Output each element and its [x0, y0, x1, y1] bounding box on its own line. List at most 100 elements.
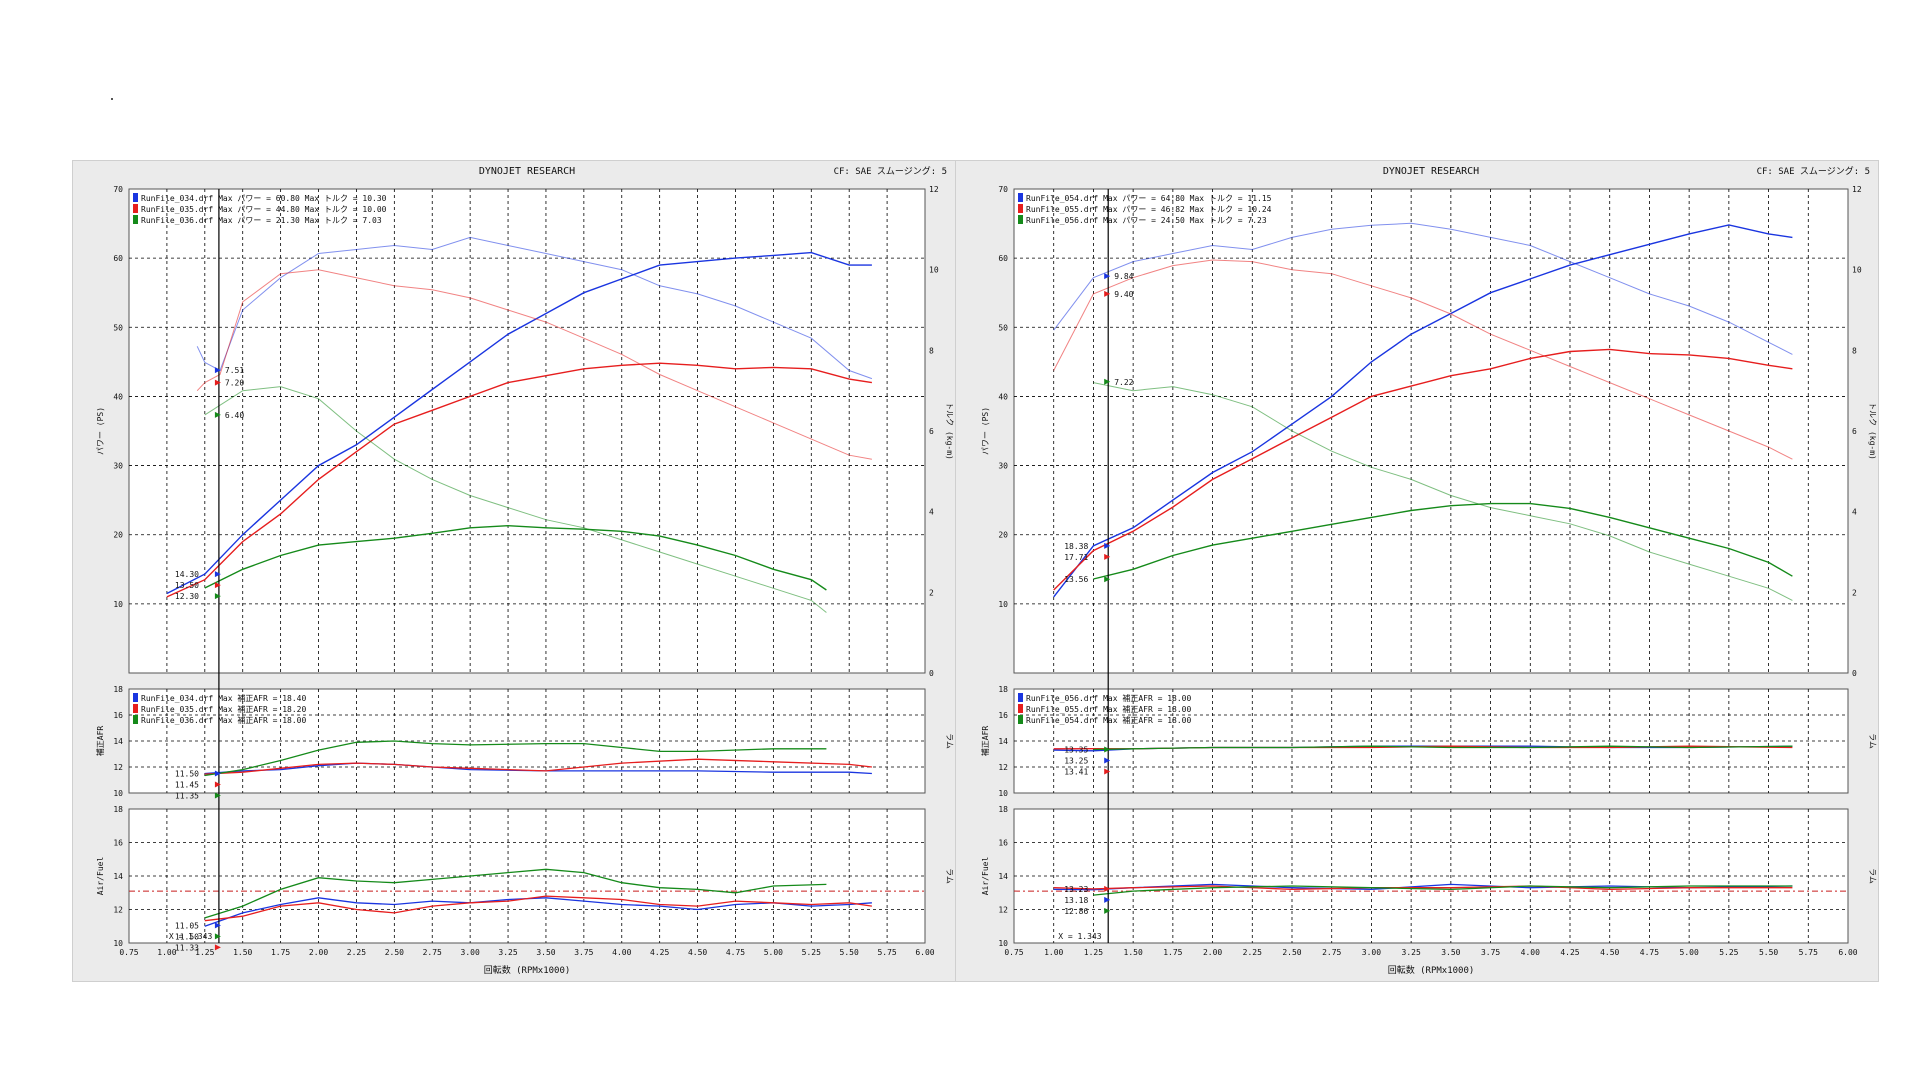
y-tick-label: 60: [113, 254, 123, 263]
legend-entry: RunFile_056.drf Max パワー = 24.50 Max トルク …: [1026, 216, 1267, 225]
legend-swatch: [133, 693, 138, 702]
y-tick-label: 18: [998, 805, 1008, 814]
legend-entry: RunFile_034.drf Max パワー = 60.80 Max トルク …: [141, 194, 387, 203]
x-tick-label: 3.25: [498, 948, 517, 957]
y2-axis-title: ラム: [1868, 733, 1877, 749]
y2-tick-label: 0: [1852, 669, 1857, 678]
x-tick-label: 3.00: [461, 948, 480, 957]
y-tick-label: 12: [113, 763, 123, 772]
y2-tick-label: 8: [1852, 346, 1857, 355]
x-tick-label: 0.75: [119, 948, 138, 957]
x-tick-label: 2.25: [347, 948, 366, 957]
x-tick-label: 5.25: [802, 948, 821, 957]
correction-factor-label: CF: SAE スムージング: 5: [1757, 165, 1870, 177]
y-tick-label: 16: [998, 711, 1008, 720]
y-tick-label: 40: [113, 392, 123, 401]
y-tick-label: 18: [113, 805, 123, 814]
y-tick-label: 16: [113, 711, 123, 720]
y2-tick-label: 0: [929, 669, 934, 678]
y-tick-label: 10: [113, 939, 123, 948]
y2-tick-label: 10: [929, 266, 939, 275]
x-tick-label: 4.25: [1560, 948, 1579, 957]
cursor-value-label: 9.40: [1114, 290, 1133, 299]
cursor-value-label: 13.56: [1064, 575, 1088, 584]
cursor-value-label: 11.50: [175, 932, 199, 941]
x-tick-label: 1.25: [1084, 948, 1103, 957]
y-tick-label: 16: [998, 839, 1008, 848]
x-tick-label: 3.50: [536, 948, 555, 957]
cursor-value-label: 13.41: [1064, 767, 1088, 776]
dyno-sheet-right: DYNOJET RESEARCH CF: SAE スムージング: 5 10 20 30 4…: [955, 160, 1879, 982]
legend-swatch: [133, 193, 138, 202]
legend-swatch: [1018, 204, 1023, 213]
stray-mark: [111, 98, 113, 100]
legend-swatch: [133, 215, 138, 224]
x-tick-label: 4.75: [726, 948, 745, 957]
correction-factor-label: CF: SAE スムージング: 5: [834, 165, 947, 177]
y-tick-label: 14: [998, 737, 1008, 746]
y2-tick-label: 6: [1852, 427, 1857, 436]
y-tick-label: 60: [998, 254, 1008, 263]
y2-tick-label: 2: [1852, 588, 1857, 597]
legend-entry: RunFile_054.drf Max パワー = 64.80 Max トルク …: [1026, 194, 1272, 203]
y-tick-label: 70: [998, 185, 1008, 194]
x-tick-label: 1.75: [1163, 948, 1182, 957]
cursor-readout: X = 1.343: [1058, 932, 1102, 941]
cursor-value-label: 7.22: [1114, 378, 1133, 387]
cursor-value-label: 11.50: [175, 770, 199, 779]
y-tick-label: 18: [998, 685, 1008, 694]
y2-axis-title: ラム: [945, 733, 954, 749]
cursor-value-label: 9.84: [1114, 272, 1133, 281]
y2-tick-label: 12: [929, 185, 939, 194]
y-tick-label: 12: [998, 906, 1008, 915]
x-tick-label: 4.75: [1640, 948, 1659, 957]
x-tick-label: 1.75: [271, 948, 290, 957]
cursor-value-label: 12.86: [1064, 907, 1088, 916]
y-tick-label: 50: [998, 323, 1008, 332]
y-axis-title: 補正AFR: [95, 726, 105, 757]
x-tick-label: 3.75: [574, 948, 593, 957]
mid-panel: 10 12 14 16 18 補正AFR ラム RunFile_034.drf Max 補正A…: [95, 685, 954, 798]
y-tick-label: 12: [113, 906, 123, 915]
y2-tick-label: 4: [1852, 508, 1857, 517]
y-axis-title: Air/Fuel: [981, 857, 990, 896]
x-tick-label: 2.00: [1203, 948, 1222, 957]
top-plot-area: [128, 188, 926, 674]
bot-panel: 10 12 14 16 18 Air/Fuel ラム: [981, 805, 1877, 948]
legend-entry: RunFile_034.drf Max 補正AFR = 18.40: [141, 693, 306, 703]
y-tick-label: 70: [113, 185, 123, 194]
dyno-sheet-left: DYNOJET RESEARCH CF: SAE スムージング: 5 10 20 30 4…: [72, 160, 956, 982]
y-tick-label: 16: [113, 839, 123, 848]
cursor-value-label: 6.40: [225, 411, 244, 420]
cursor-value-label: 11.35: [175, 792, 199, 801]
cursor-value-label: 13.25: [1064, 756, 1088, 765]
chart-title: DYNOJET RESEARCH: [1383, 166, 1479, 177]
y-tick-label: 12: [998, 763, 1008, 772]
y2-tick-label: 4: [929, 508, 934, 517]
x-tick-label: 5.50: [1759, 948, 1778, 957]
legend-swatch: [1018, 693, 1023, 702]
legend-entry: RunFile_036.drf Max パワー = 21.30 Max トルク …: [141, 216, 382, 225]
legend-entry: RunFile_035.drf Max パワー = 44.80 Max トルク …: [141, 205, 387, 214]
y2-axis-title: トルク (kg-m): [945, 402, 954, 460]
cursor-value-label: 17.71: [1064, 553, 1088, 562]
x-axis-title: 回転数 (RPMx1000): [1388, 964, 1475, 976]
x-tick-label: 4.00: [612, 948, 631, 957]
x-tick-label: 2.75: [423, 948, 442, 957]
legend-swatch: [133, 715, 138, 724]
legend-entry: RunFile_055.drf Max パワー = 46.82 Max トルク …: [1026, 205, 1272, 214]
x-tick-label: 4.50: [1600, 948, 1619, 957]
x-tick-label: 0.75: [1004, 948, 1023, 957]
x-tick-label: 1.00: [1044, 948, 1063, 957]
legend-swatch: [133, 704, 138, 713]
legend-entry: RunFile_035.drf Max 補正AFR = 18.20: [141, 704, 306, 714]
x-tick-label: 1.00: [157, 948, 176, 957]
top-panel: 10 20 30 40 50 60 70 0 2 4 6 8 10 12 パワー (PS) トルク (kg-m…: [96, 185, 954, 678]
chart-title: DYNOJET RESEARCH: [479, 166, 575, 177]
cursor-marker: [214, 944, 221, 951]
y2-tick-label: 12: [1852, 185, 1862, 194]
x-tick-label: 5.50: [840, 948, 859, 957]
y-axis-title: 補正AFR: [980, 726, 990, 757]
cursor-value-label: 11.33: [175, 943, 199, 952]
y-tick-label: 20: [113, 531, 123, 540]
